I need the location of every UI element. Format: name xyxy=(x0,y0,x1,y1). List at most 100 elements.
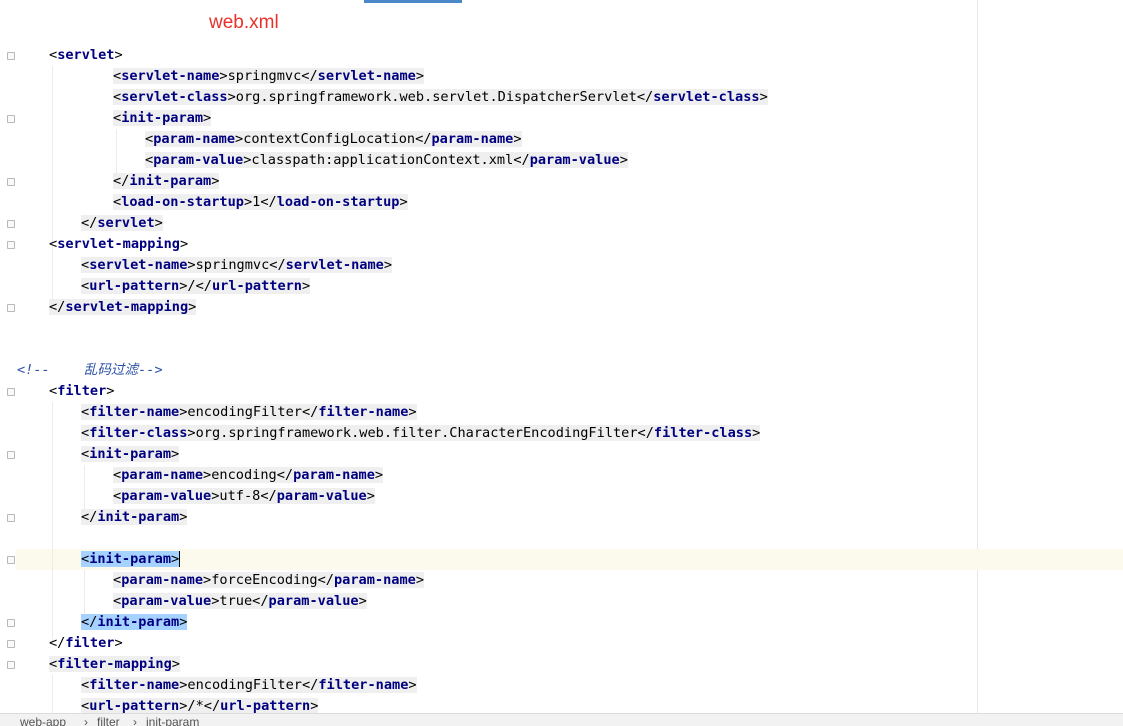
tag-bracket: < xyxy=(113,89,122,105)
fold-marker[interactable] xyxy=(7,220,15,228)
tag-bracket: < xyxy=(81,677,90,693)
tag-bracket: > xyxy=(179,614,188,630)
code-line[interactable]: <init-param> xyxy=(113,108,212,129)
fold-marker[interactable] xyxy=(7,619,15,627)
tag-bracket: </ xyxy=(415,131,432,147)
tag-bracket: > xyxy=(187,257,196,273)
tag-bracket: </ xyxy=(513,152,530,168)
tag-bracket: </ xyxy=(113,173,130,189)
code-line[interactable]: <filter> xyxy=(49,381,114,402)
code-line[interactable]: <init-param> xyxy=(81,444,180,465)
editor-gutter[interactable] xyxy=(0,0,16,713)
tag-bracket: > xyxy=(203,110,212,126)
comment-close: --> xyxy=(138,362,163,378)
xml-tag: filter-name xyxy=(318,677,409,693)
breadcrumb-item-filter[interactable]: filter xyxy=(97,715,120,726)
tag-bracket: < xyxy=(49,656,58,672)
code-line[interactable]: <filter-name>encodingFilter</filter-name… xyxy=(81,675,417,696)
breadcrumb: web-app › filter › init-param xyxy=(0,713,1123,726)
tag-bracket: > xyxy=(114,635,123,651)
code-line[interactable]: <filter-name>encodingFilter</filter-name… xyxy=(81,402,417,423)
editor-tab-indicator xyxy=(364,0,462,3)
xml-tag: servlet-name xyxy=(317,68,416,84)
tag-bracket: > xyxy=(415,68,425,84)
code-line[interactable]: <filter-class>org.springframework.web.fi… xyxy=(81,423,761,444)
code-line[interactable]: <servlet-mapping> xyxy=(49,234,188,255)
fold-marker[interactable] xyxy=(7,640,15,648)
tag-bracket: </ xyxy=(301,68,318,84)
tag-bracket: < xyxy=(145,152,154,168)
breadcrumb-item-web-app[interactable]: web-app xyxy=(20,715,66,726)
code-line-current[interactable]: <init-param> xyxy=(81,549,181,570)
code-line[interactable]: </init-param> xyxy=(81,612,188,633)
code-line[interactable]: </init-param> xyxy=(113,171,220,192)
text-caret xyxy=(179,551,181,567)
code-line[interactable]: <servlet-class>org.springframework.web.s… xyxy=(113,87,768,108)
fold-marker[interactable] xyxy=(7,178,15,186)
tag-bracket: < xyxy=(81,257,90,273)
tag-bracket: > xyxy=(171,656,180,672)
code-line[interactable]: <param-name>contextConfigLocation</param… xyxy=(145,129,522,150)
fold-marker[interactable] xyxy=(7,115,15,123)
fold-marker[interactable] xyxy=(7,241,15,249)
tag-value: encodingFilter xyxy=(187,404,302,420)
xml-tag: param-value xyxy=(276,488,367,504)
code-line-comment[interactable]: <!-- 乱码过滤--> xyxy=(17,360,163,381)
tag-bracket: </ xyxy=(301,677,319,693)
xml-tag: filter-name xyxy=(89,404,180,420)
fold-marker[interactable] xyxy=(7,514,15,522)
code-line[interactable]: <param-name>encoding</param-name> xyxy=(113,465,384,486)
code-line[interactable]: <servlet> xyxy=(49,45,123,66)
xml-tag: servlet-class xyxy=(121,89,228,105)
code-line[interactable]: <param-name>forceEncoding</param-name> xyxy=(113,570,425,591)
tag-bracket: < xyxy=(49,383,58,399)
code-line[interactable]: <param-value>classpath:applicationContex… xyxy=(145,150,628,171)
tag-bracket: </ xyxy=(49,299,66,315)
code-line[interactable]: </servlet> xyxy=(81,213,163,234)
tag-value: utf-8 xyxy=(219,488,261,504)
fold-marker[interactable] xyxy=(7,388,15,396)
code-line[interactable]: <load-on-startup>1</load-on-startup> xyxy=(113,192,408,213)
tag-bracket: > xyxy=(310,698,319,714)
tag-bracket: < xyxy=(81,278,90,294)
fold-marker[interactable] xyxy=(7,451,15,459)
code-line[interactable]: <filter-mapping> xyxy=(49,654,180,675)
code-line[interactable]: <servlet-name>springmvc</servlet-name> xyxy=(81,255,393,276)
fold-marker[interactable] xyxy=(7,661,15,669)
tag-bracket: < xyxy=(113,68,122,84)
tag-bracket: > xyxy=(235,131,244,147)
code-line[interactable]: <url-pattern>/</url-pattern> xyxy=(81,276,311,297)
breadcrumb-item-init-param[interactable]: init-param xyxy=(146,715,199,726)
xml-tag: init-param xyxy=(97,614,180,630)
tag-bracket: > xyxy=(399,194,408,210)
code-line[interactable]: </init-param> xyxy=(81,507,188,528)
tag-bracket: </ xyxy=(49,635,66,651)
tag-bracket: > xyxy=(211,173,220,189)
tag-bracket: > xyxy=(219,68,228,84)
code-line[interactable]: <servlet-name>springmvc</servlet-name> xyxy=(113,66,425,87)
xml-tag: url-pattern xyxy=(89,698,180,714)
fold-marker[interactable] xyxy=(7,52,15,60)
code-line[interactable]: </filter> xyxy=(49,633,123,654)
tag-value: classpath:applicationContext.xml xyxy=(251,152,514,168)
code-line[interactable]: </servlet-mapping> xyxy=(49,297,197,318)
xml-tag: init-param xyxy=(121,110,204,126)
tag-bracket: </ xyxy=(276,467,294,483)
tag-bracket: </ xyxy=(301,404,319,420)
xml-tag: filter-class xyxy=(653,425,753,441)
tag-bracket: < xyxy=(113,593,122,609)
xml-tag: init-param xyxy=(89,446,172,462)
code-line[interactable]: <param-value>utf-8</param-value> xyxy=(113,486,375,507)
tag-bracket: > xyxy=(203,467,212,483)
tag-value: org.springframework.web.servlet.Dispatch… xyxy=(235,89,637,105)
xml-tag: filter xyxy=(57,383,107,399)
tag-bracket: </ xyxy=(195,278,212,294)
fold-marker[interactable] xyxy=(7,556,15,564)
tag-bracket: </ xyxy=(637,425,654,441)
tag-bracket: < xyxy=(145,131,154,147)
code-line[interactable]: <param-value>true</param-value> xyxy=(113,591,367,612)
fold-marker[interactable] xyxy=(7,304,15,312)
tag-bracket: </ xyxy=(203,698,221,714)
indent-guide xyxy=(52,675,53,713)
xml-tag: servlet xyxy=(57,47,115,63)
